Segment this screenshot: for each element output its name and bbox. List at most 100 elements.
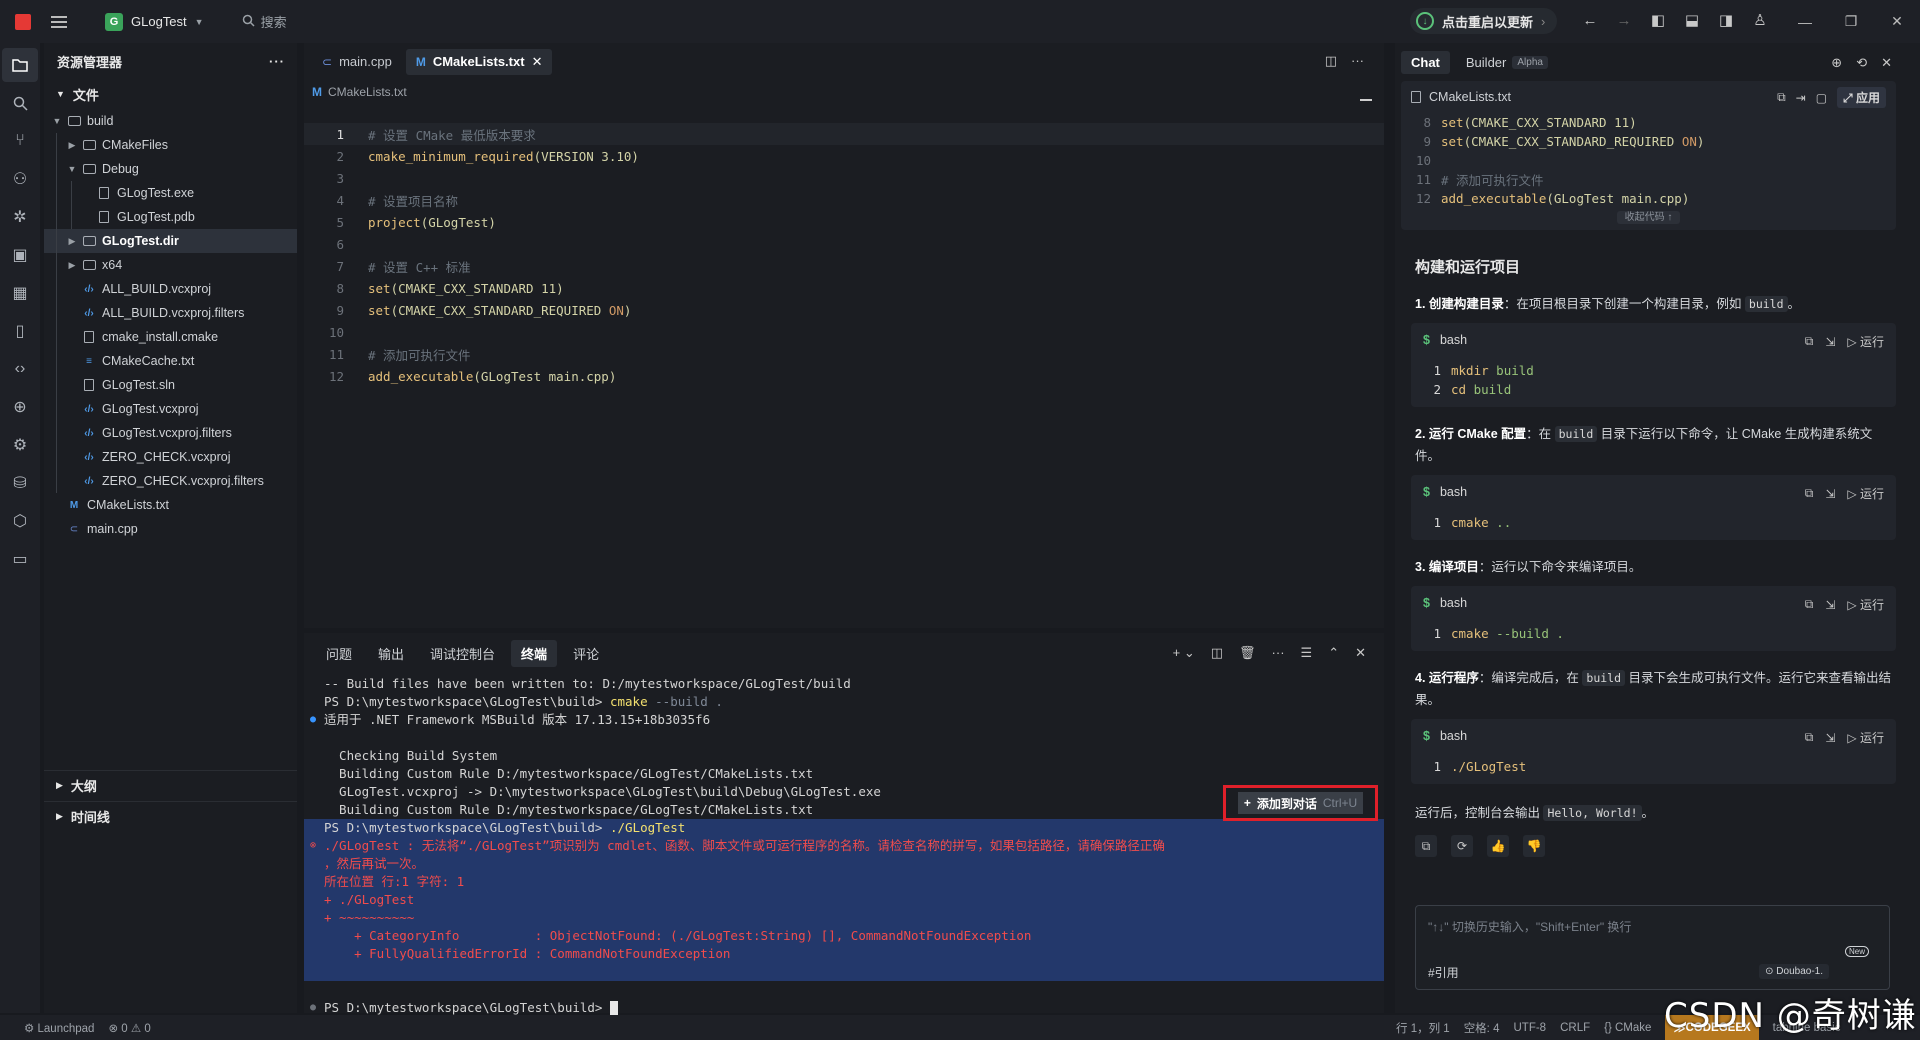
insert-terminal-icon[interactable]: ⇲: [1825, 731, 1835, 745]
run-debug-icon[interactable]: ⚇: [2, 162, 38, 196]
tree-item[interactable]: ‹/› ALL_BUILD.vcxproj.filters: [44, 301, 297, 325]
toggle-secondary-sidebar-icon[interactable]: ◨: [1716, 10, 1736, 30]
history-icon[interactable]: ⟲: [1856, 55, 1867, 71]
chevron-right-icon[interactable]: ▶: [65, 140, 79, 151]
tab-chat[interactable]: Chat: [1401, 50, 1450, 74]
panel-tab[interactable]: 问题: [316, 640, 362, 667]
close-window-icon[interactable]: ✕: [1874, 0, 1920, 43]
copy-icon[interactable]: ⧉: [1805, 486, 1814, 501]
run-button[interactable]: ▷ 运行: [1847, 729, 1884, 746]
thumbs-up-icon[interactable]: 👍: [1487, 835, 1509, 857]
copy-icon[interactable]: ⧉: [1777, 90, 1786, 105]
terminal-output[interactable]: -- Build files have been written to: D:/…: [304, 675, 1384, 1017]
terminal-settings-icon[interactable]: ☰: [1301, 645, 1313, 661]
breadcrumb[interactable]: M CMakeLists.txt: [304, 80, 1384, 104]
remote-explorer-icon[interactable]: ▣: [2, 238, 38, 272]
code-icon[interactable]: ‹›: [2, 352, 38, 386]
tree-item[interactable]: ‹/› GLogTest.vcxproj: [44, 397, 297, 421]
timeline-section-header[interactable]: ▶ 时间线: [44, 801, 297, 831]
tree-item[interactable]: GLogTest.exe: [44, 181, 297, 205]
run-button[interactable]: ▷ 运行: [1847, 596, 1884, 613]
extensions-icon[interactable]: ▦: [2, 276, 38, 310]
close-tab-icon[interactable]: ✕: [532, 54, 543, 70]
problems-indicator[interactable]: ⊗ 0 ⚠ 0: [108, 1021, 150, 1035]
insert-terminal-icon[interactable]: ⇲: [1825, 335, 1835, 349]
tree-item[interactable]: ‹/› ALL_BUILD.vcxproj: [44, 277, 297, 301]
insert-terminal-icon[interactable]: ⇲: [1825, 487, 1835, 501]
regenerate-icon[interactable]: ⟳: [1451, 835, 1473, 857]
tree-item[interactable]: ‹/› ZERO_CHECK.vcxproj: [44, 445, 297, 469]
copy-icon[interactable]: ⧉: [1805, 334, 1814, 349]
copy-icon[interactable]: ⧉: [1805, 597, 1814, 612]
minimize-icon[interactable]: —: [1782, 0, 1828, 43]
panel-tab[interactable]: 终端: [511, 639, 558, 667]
new-terminal-icon[interactable]: + ⌄: [1173, 645, 1195, 661]
thumbs-down-icon[interactable]: 👎: [1523, 835, 1545, 857]
explorer-icon[interactable]: [2, 48, 38, 82]
add-to-chat-button[interactable]: + 添加到对话 Ctrl+U: [1237, 792, 1364, 814]
tree-item[interactable]: M CMakeLists.txt: [44, 493, 297, 517]
split-terminal-icon[interactable]: ◫: [1211, 645, 1223, 661]
apply-button[interactable]: ⤢ 应用: [1837, 87, 1886, 108]
indentation[interactable]: 空格: 4: [1464, 1020, 1500, 1036]
close-panel-icon[interactable]: ✕: [1355, 645, 1366, 661]
chevron-down-icon[interactable]: ▼: [50, 116, 64, 126]
copy-answer-icon[interactable]: ⧉: [1415, 835, 1437, 857]
tree-item[interactable]: ▼ Debug: [44, 157, 297, 181]
chevron-right-icon[interactable]: ▶: [65, 236, 79, 247]
tree-item[interactable]: ▼ build: [44, 109, 297, 133]
panel-tab[interactable]: 调试控制台: [420, 640, 505, 667]
cursor-position[interactable]: 行 1，列 1: [1396, 1020, 1450, 1036]
more-actions-icon[interactable]: ···: [1351, 53, 1364, 69]
update-button[interactable]: ↓ 点击重启以更新 ›: [1410, 8, 1558, 34]
toggle-panel-icon[interactable]: ⬓: [1682, 10, 1702, 30]
forward-arrow-icon[interactable]: →: [1614, 10, 1634, 30]
insert-terminal-icon[interactable]: ⇲: [1825, 598, 1835, 612]
tab-main-cpp[interactable]: ⊂ main.cpp: [312, 49, 402, 75]
docker-icon[interactable]: ⚙: [2, 428, 38, 462]
menu-icon[interactable]: [51, 15, 67, 28]
collapse-code-button[interactable]: 收起代码 ↑: [1401, 208, 1896, 224]
account-icon[interactable]: ♙: [1750, 10, 1770, 30]
panel-tab[interactable]: 评论: [563, 640, 609, 667]
files-section-header[interactable]: ▼ 文件: [44, 79, 297, 109]
chevron-right-icon[interactable]: ▶: [65, 260, 79, 271]
tab-builder[interactable]: Builder Alpha: [1456, 51, 1558, 74]
maximize-panel-icon[interactable]: ⌃: [1328, 645, 1339, 661]
tree-item[interactable]: ⊂ main.cpp: [44, 517, 297, 541]
tree-item[interactable]: GLogTest.sln: [44, 373, 297, 397]
tree-item[interactable]: ▶ CMakeFiles: [44, 133, 297, 157]
encoding[interactable]: UTF-8: [1513, 1022, 1546, 1034]
project-switcher[interactable]: G GLogTest ▼: [97, 9, 212, 35]
chevron-down-icon[interactable]: ▼: [65, 164, 79, 174]
reference-button[interactable]: #引用: [1428, 964, 1459, 981]
copy-icon[interactable]: ⧉: [1805, 730, 1814, 745]
line-ending[interactable]: CRLF: [1560, 1022, 1590, 1034]
new-file-icon[interactable]: ▢: [1816, 91, 1827, 105]
tree-item[interactable]: GLogTest.pdb: [44, 205, 297, 229]
model-selector[interactable]: ⊙ Doubao-1.: [1759, 964, 1829, 979]
new-chat-icon[interactable]: ⊕: [1831, 55, 1842, 71]
panel-tab[interactable]: 输出: [368, 640, 414, 667]
tree-item[interactable]: cmake_install.cmake: [44, 325, 297, 349]
language-mode[interactable]: {} CMake: [1604, 1022, 1651, 1034]
source-control-icon[interactable]: ⑂: [2, 124, 38, 158]
tree-item[interactable]: ‹/› GLogTest.vcxproj.filters: [44, 421, 297, 445]
database-icon[interactable]: ⛁: [2, 466, 38, 500]
restore-icon[interactable]: ❐: [1828, 0, 1874, 43]
back-arrow-icon[interactable]: ←: [1580, 10, 1600, 30]
tab-cmakelists-txt[interactable]: M CMakeLists.txt ✕: [405, 48, 553, 75]
bookmark-icon[interactable]: ▯: [2, 314, 38, 348]
package-icon[interactable]: ⬡: [2, 504, 38, 538]
monitor-icon[interactable]: ▭: [2, 542, 38, 576]
tree-item[interactable]: ▶ GLogTest.dir: [44, 229, 297, 253]
code-editor[interactable]: 1 # 设置 CMake 最低版本要求 2 cmake_minimum_require…: [304, 123, 1384, 387]
outline-section-header[interactable]: ▶ 大纲: [44, 770, 297, 800]
run-button[interactable]: ▷ 运行: [1847, 333, 1884, 350]
more-icon[interactable]: ···: [269, 54, 285, 69]
deploy-icon[interactable]: ⊕: [2, 390, 38, 424]
launchpad-button[interactable]: ⚙ Launchpad: [24, 1021, 94, 1035]
search-icon[interactable]: [2, 86, 38, 120]
chat-input[interactable]: "↑↓" 切换历史输入，"Shift+Enter" 换行 #引用 ⊙ Douba…: [1415, 905, 1890, 990]
bug-icon[interactable]: ✲: [2, 200, 38, 234]
